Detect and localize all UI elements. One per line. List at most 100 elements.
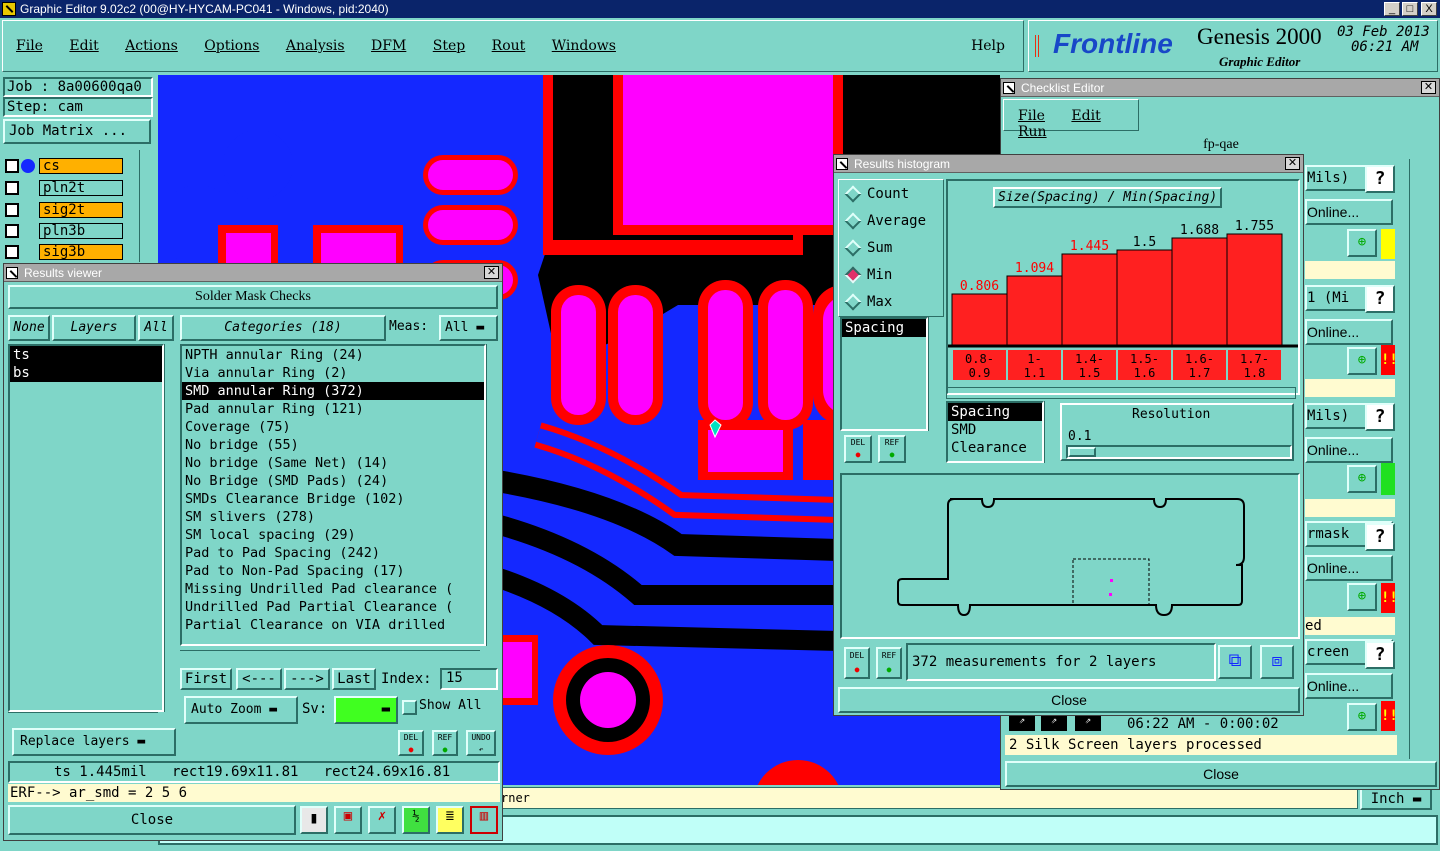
histogram-close-button[interactable]: Close: [838, 687, 1300, 713]
checklist-menu-file[interactable]: File: [1018, 108, 1045, 124]
histogram-bar[interactable]: [1061, 253, 1118, 346]
resolution-slider[interactable]: [1066, 445, 1292, 459]
list-item[interactable]: Via annular Ring (2): [182, 364, 484, 382]
histogram-bar[interactable]: [1006, 275, 1063, 346]
option-min[interactable]: Min: [867, 267, 892, 283]
close-icon[interactable]: ✕: [484, 266, 499, 279]
radio-sum[interactable]: [844, 239, 862, 257]
menu-analysis[interactable]: Analysis: [286, 38, 345, 54]
list-item[interactable]: Partial Clearance on VIA drilled: [182, 616, 484, 634]
list-item[interactable]: SMDs Clearance Bridge (102): [182, 490, 484, 508]
option-average[interactable]: Average: [867, 213, 926, 229]
run-icon[interactable]: ⇗: [1075, 715, 1101, 731]
maximize-button[interactable]: □: [1402, 2, 1418, 16]
list-item[interactable]: SMD: [948, 421, 1042, 439]
layer-checkbox[interactable]: [5, 245, 19, 259]
list-item[interactable]: NPTH annular Ring (24): [182, 346, 484, 364]
del-button[interactable]: DEL ●: [844, 435, 872, 463]
layer-checkbox[interactable]: [5, 181, 19, 195]
radio-count[interactable]: [844, 185, 862, 203]
list-item[interactable]: Pad to Pad Spacing (242): [182, 544, 484, 562]
checklist-menu-edit[interactable]: Edit: [1071, 108, 1100, 124]
prev-button[interactable]: <---: [236, 668, 282, 690]
checklist-close-button[interactable]: Close: [1005, 761, 1437, 787]
meas-dropdown[interactable]: All ▬: [439, 315, 498, 341]
layer-row-pln3b[interactable]: pln3b: [39, 223, 123, 239]
toolbar-icon-2[interactable]: ▣: [334, 806, 362, 834]
zoom-icon[interactable]: ⊕: [1347, 465, 1377, 493]
zoom-fit-icon[interactable]: ⧉: [1218, 645, 1252, 679]
close-window-button[interactable]: X: [1421, 2, 1437, 16]
layer-hscrollbar[interactable]: [8, 712, 158, 724]
online-button[interactable]: Online...: [1305, 673, 1393, 699]
slider-handle[interactable]: [1068, 447, 1096, 457]
option-sum[interactable]: Sum: [867, 240, 892, 256]
categories-scrollbar[interactable]: [486, 344, 498, 646]
run-icon[interactable]: ⇗: [1041, 715, 1067, 731]
run-icon[interactable]: ⇗: [1009, 715, 1035, 731]
next-button[interactable]: --->: [284, 668, 330, 690]
last-button[interactable]: Last: [332, 668, 376, 690]
show-all-checkbox[interactable]: [402, 700, 417, 715]
help-icon[interactable]: ?: [1365, 523, 1395, 551]
zoom-icon[interactable]: ⊕: [1347, 229, 1377, 257]
categories-hscrollbar[interactable]: [180, 650, 480, 662]
menu-dfm[interactable]: DFM: [371, 38, 406, 54]
job-matrix-button[interactable]: Job Matrix ...: [3, 119, 151, 144]
toolbar-icon-5[interactable]: ≣: [436, 806, 464, 834]
del-button[interactable]: DEL ●: [844, 647, 870, 679]
close-icon[interactable]: ✕: [1421, 81, 1436, 94]
auto-zoom-dropdown[interactable]: Auto Zoom ▬: [184, 696, 298, 724]
list-item[interactable]: SM slivers (278): [182, 508, 484, 526]
help-icon[interactable]: ?: [1365, 285, 1395, 313]
board-preview[interactable]: [840, 473, 1300, 639]
list-item[interactable]: No bridge (55): [182, 436, 484, 454]
option-count[interactable]: Count: [867, 186, 909, 202]
categories-tab[interactable]: Categories (18): [180, 315, 386, 341]
list-item[interactable]: ts: [10, 346, 162, 364]
replace-layers-dropdown[interactable]: Replace layers ▬: [12, 728, 176, 756]
unit-dropdown[interactable]: Inch ▬: [1360, 788, 1432, 810]
histogram-bar[interactable]: [1116, 249, 1173, 346]
results-header[interactable]: Solder Mask Checks: [8, 285, 498, 309]
list-item[interactable]: SMD annular Ring (372): [182, 382, 484, 400]
ref-button[interactable]: REF ●: [876, 647, 902, 679]
list-item[interactable]: Pad to Non-Pad Spacing (17): [182, 562, 484, 580]
ref-button[interactable]: REF ●: [432, 730, 458, 756]
menu-options[interactable]: Options: [204, 38, 259, 54]
layer-row-cs[interactable]: cs: [39, 158, 123, 174]
zoom-icon[interactable]: ⊕: [1347, 703, 1377, 731]
online-button[interactable]: Online...: [1305, 437, 1393, 463]
layers-tab[interactable]: Layers: [52, 315, 136, 341]
online-button[interactable]: Online...: [1305, 199, 1393, 225]
histogram-bar[interactable]: [951, 293, 1008, 346]
none-button[interactable]: None: [8, 315, 50, 341]
filter-list[interactable]: Spacing SMD Clearance: [946, 401, 1044, 463]
histogram-button[interactable]: ▥: [470, 806, 498, 834]
results-layer-list[interactable]: ts bs: [8, 344, 164, 712]
menu-help[interactable]: Help: [971, 38, 1005, 54]
list-item[interactable]: Pad annular Ring (121): [182, 400, 484, 418]
index-input[interactable]: 15: [440, 668, 498, 690]
help-icon[interactable]: ?: [1365, 165, 1395, 193]
close-icon[interactable]: ✕: [1285, 157, 1300, 170]
zoom-icon[interactable]: ⊕: [1347, 583, 1377, 611]
help-icon[interactable]: ?: [1365, 403, 1395, 431]
list-item[interactable]: No Bridge (SMD Pads) (24): [182, 472, 484, 490]
filter-scrollbar[interactable]: [1044, 401, 1056, 463]
radio-min-selected[interactable]: [844, 266, 862, 284]
undo-button[interactable]: UNDO ↶: [466, 730, 496, 756]
help-icon[interactable]: ?: [1365, 641, 1395, 669]
list-item[interactable]: Spacing: [948, 403, 1042, 421]
menu-windows[interactable]: Windows: [552, 38, 616, 54]
layer-checkbox[interactable]: [5, 203, 19, 217]
zoom-select-icon[interactable]: ⧈: [1260, 645, 1294, 679]
list-item[interactable]: bs: [10, 364, 162, 382]
list-item[interactable]: No bridge (Same Net) (14): [182, 454, 484, 472]
minimize-button[interactable]: _: [1384, 2, 1400, 16]
histogram-bar[interactable]: [1171, 237, 1228, 346]
list-item[interactable]: Coverage (75): [182, 418, 484, 436]
menu-step[interactable]: Step: [433, 38, 465, 54]
toolbar-icon-3[interactable]: ✗: [368, 806, 396, 834]
zoom-icon[interactable]: ⊕: [1347, 347, 1377, 375]
